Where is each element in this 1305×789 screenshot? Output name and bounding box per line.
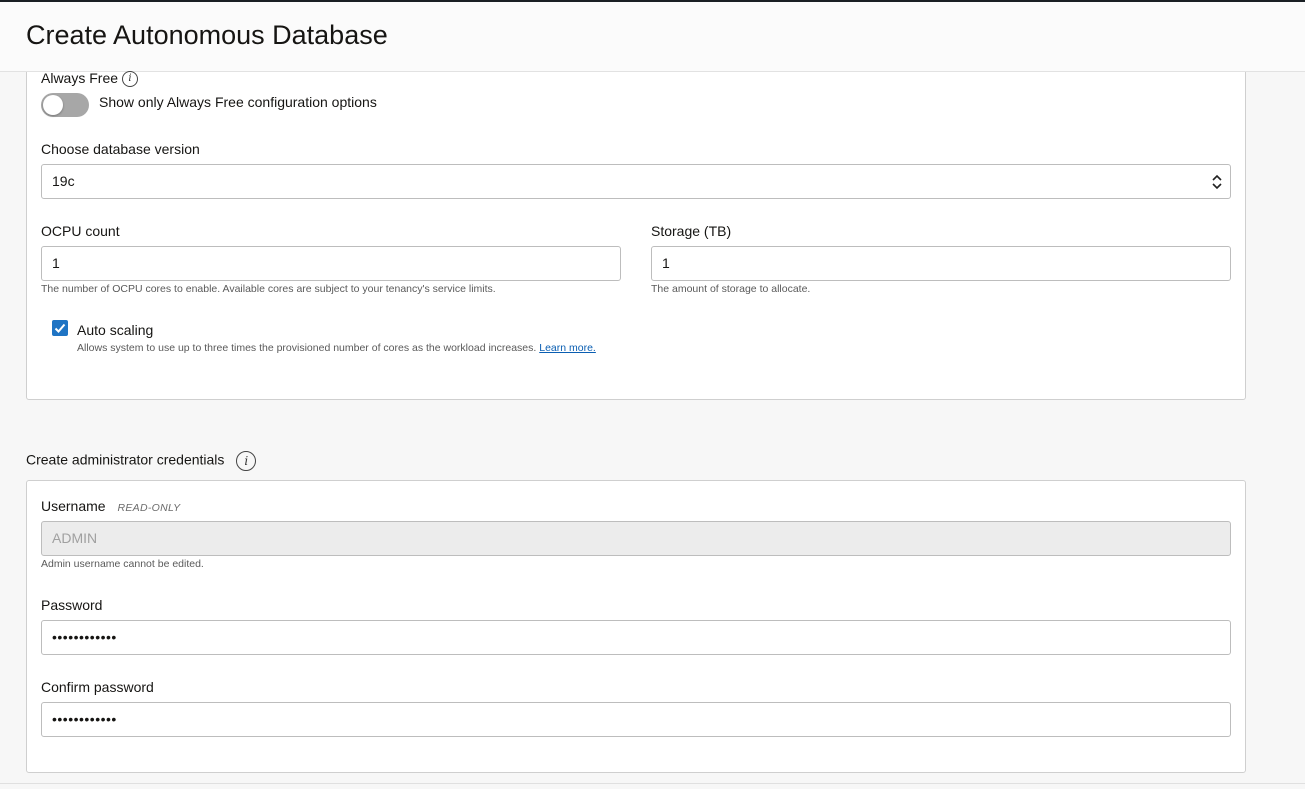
autoscaling-checkbox[interactable] (52, 320, 68, 336)
configuration-panel: Always Free i Show only Always Free conf… (26, 70, 1246, 400)
credentials-section-title: Create administrator credentials (26, 451, 225, 468)
autoscaling-help: Allows system to use up to three times t… (77, 342, 537, 354)
info-icon[interactable]: i (121, 71, 138, 88)
autoscaling-label: Auto scaling (77, 322, 154, 338)
check-icon (54, 323, 66, 333)
db-version-label: Choose database version (41, 141, 200, 157)
info-icon[interactable]: i (236, 451, 257, 471)
storage-help: The amount of storage to allocate. (651, 283, 811, 295)
confirm-password-input[interactable]: •••••••••••• (41, 702, 1231, 737)
always-free-label-row: Always Free i (41, 70, 138, 88)
ocpu-help: The number of OCPU cores to enable. Avai… (41, 283, 496, 295)
db-version-select[interactable]: 19c (41, 164, 1231, 199)
ocpu-input[interactable]: 1 (41, 246, 621, 281)
storage-input[interactable]: 1 (651, 246, 1231, 281)
always-free-toggle-text: Show only Always Free configuration opti… (99, 94, 377, 110)
learn-more-link[interactable]: Learn more. (539, 342, 596, 354)
ocpu-label: OCPU count (41, 223, 120, 239)
page-header: Create Autonomous Database (0, 2, 1305, 72)
db-version-value: 19c (52, 173, 75, 189)
username-label-row: Username READ-ONLY (41, 498, 180, 514)
credentials-panel: Username READ-ONLY ADMIN Admin username … (26, 480, 1246, 773)
username-label: Username (41, 498, 106, 514)
always-free-label: Always Free (41, 70, 119, 86)
credentials-section-title-row: Create administrator credentials i (26, 451, 257, 471)
username-input[interactable]: ADMIN (41, 521, 1231, 556)
password-label: Password (41, 597, 103, 613)
read-only-tag: READ-ONLY (117, 502, 181, 514)
autoscaling-help-row: Allows system to use up to three times t… (77, 342, 596, 354)
confirm-password-label: Confirm password (41, 679, 154, 695)
always-free-toggle[interactable] (41, 93, 89, 117)
chevron-up-down-icon (1212, 174, 1222, 190)
page-title: Create Autonomous Database (26, 20, 388, 50)
username-help: Admin username cannot be edited. (41, 558, 204, 570)
toggle-knob (43, 95, 63, 115)
password-input[interactable]: •••••••••••• (41, 620, 1231, 655)
footer-divider (0, 783, 1305, 784)
storage-label: Storage (TB) (651, 223, 732, 239)
